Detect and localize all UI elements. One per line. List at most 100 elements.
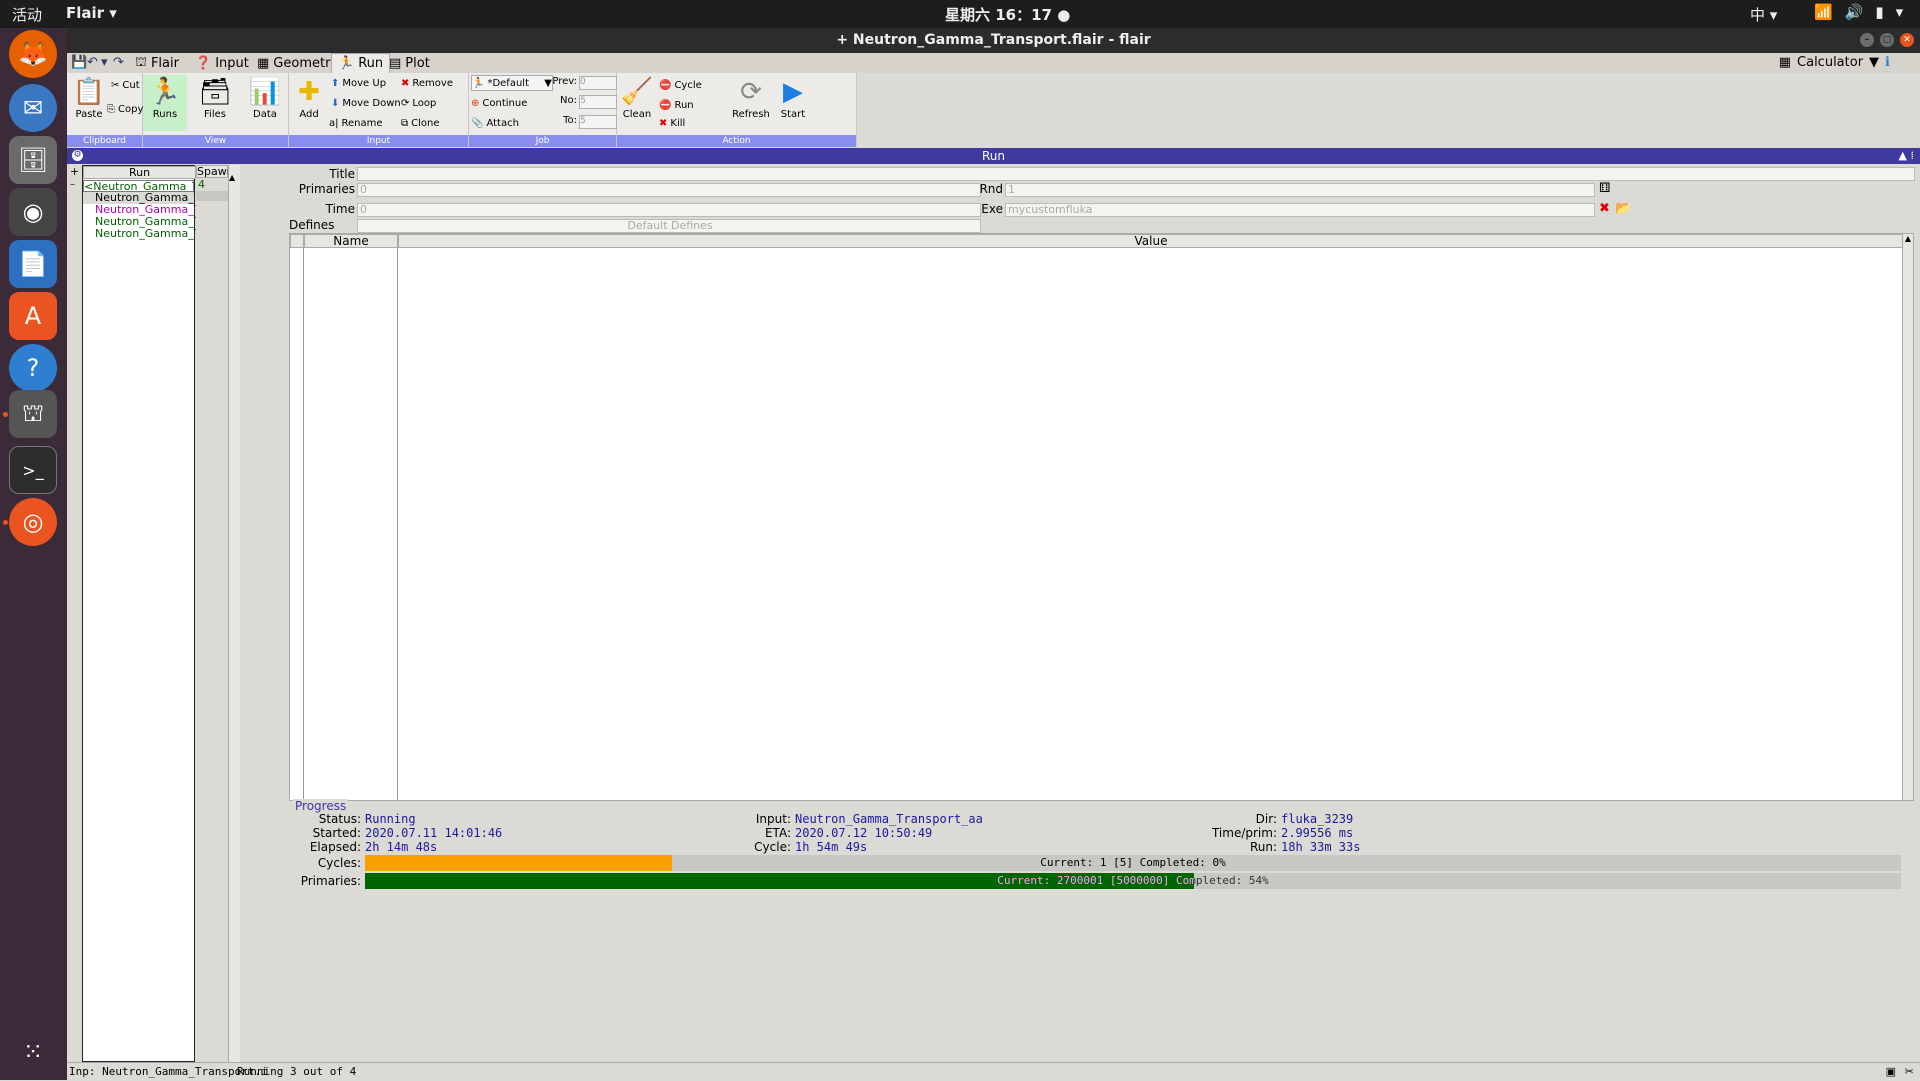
prev-label: Prev: xyxy=(552,76,577,87)
clock[interactable]: 星期六 16：17 ● xyxy=(945,4,1070,25)
primaries-progress-text: Current: 2700001 [5000000] Completed: 54… xyxy=(997,874,1269,887)
panel-menu-icon[interactable]: ⚙ xyxy=(72,150,83,161)
undo-icon[interactable]: ↶ xyxy=(87,55,98,70)
expand-icon[interactable]: + xyxy=(70,165,79,178)
files-button[interactable]: 🗃 Files xyxy=(193,75,237,131)
runs-button[interactable]: 🏃 Runs xyxy=(143,75,187,131)
collapse-icon[interactable]: – xyxy=(70,179,75,190)
run-item-parent[interactable]: <Neutron_Gamma_Trans xyxy=(83,180,194,192)
status-running-count: Running 3 out of 4 xyxy=(237,1065,357,1078)
input-label: Input: xyxy=(755,812,791,826)
clone-button[interactable]: ⧉ Clone xyxy=(401,115,440,131)
queue-select[interactable]: 🏃 *Default ▼ xyxy=(471,75,553,91)
title-input[interactable] xyxy=(357,167,1915,181)
terminal-icon[interactable]: >_ xyxy=(9,446,57,494)
help-icon[interactable]: ? xyxy=(9,344,57,392)
tools-icon[interactable]: ✂ xyxy=(1905,1063,1914,1081)
software-center-icon[interactable]: A xyxy=(9,292,57,340)
tab-input[interactable]: ❓ Input xyxy=(189,53,255,73)
column-header-name[interactable]: Name xyxy=(304,234,398,248)
move-down-button[interactable]: ⬇ Move Down xyxy=(331,95,401,111)
ubuntu-icon[interactable]: ◎ xyxy=(9,498,57,546)
firefox-icon[interactable]: 🦊 xyxy=(9,30,57,78)
column-header-run[interactable]: Run xyxy=(83,166,196,179)
panel-controls-icon[interactable]: ▲ ⁞ xyxy=(1899,148,1914,164)
default-defines-button[interactable]: Default Defines xyxy=(357,219,981,233)
copy-button[interactable]: ⎘ Copy xyxy=(107,101,143,117)
cut-button[interactable]: ✂ Cut xyxy=(111,77,140,93)
random-dice-icon[interactable]: ⚅ xyxy=(1599,181,1610,196)
flair-icon: ⛫ xyxy=(135,54,147,70)
column-header-spawn[interactable]: Spawn xyxy=(196,165,234,178)
tab-run[interactable]: 🏃 Run xyxy=(331,53,391,73)
stop-run-button[interactable]: ⛔ Run xyxy=(659,97,694,113)
panel-title: Run xyxy=(981,149,1005,163)
tab-plot[interactable]: ▤ Plot xyxy=(383,53,436,73)
info-icon[interactable]: ℹ xyxy=(1885,55,1890,70)
prev-spinbox[interactable]: 0 xyxy=(579,76,617,90)
scroll-up-icon[interactable]: ▲ xyxy=(229,173,235,182)
run-list-scrollbar[interactable]: ▲ xyxy=(228,165,240,1062)
run-item[interactable]: Neutron_Gamma_Tran xyxy=(83,192,194,204)
tab-row: 💾 ↶ ▾ ↷ ⛫ Flair ❓ Input ▦ Geometry 🏃 Run ▤ Pl… xyxy=(67,53,1920,73)
defines-scrollbar[interactable]: ▲ xyxy=(1902,234,1913,800)
primaries-input[interactable]: 0 xyxy=(357,183,981,197)
to-spinbox[interactable]: 5 xyxy=(579,115,617,129)
attach-button[interactable]: 📎 Attach xyxy=(471,115,519,131)
elapsed-value: 2h 14m 48s xyxy=(365,840,438,854)
rename-button[interactable]: a| Rename xyxy=(329,115,383,131)
add-button[interactable]: ✚ Add xyxy=(291,75,327,131)
rnd-input[interactable]: 1 xyxy=(1005,183,1595,197)
defines-table[interactable]: Name Value ▲ xyxy=(289,233,1914,801)
calculator-menu[interactable]: ▦ Calculator ▼ ℹ xyxy=(1779,55,1890,70)
exe-input[interactable]: mycustomfluka xyxy=(1005,203,1595,217)
window-titlebar[interactable]: + Neutron_Gamma_Transport.flair - flair … xyxy=(67,28,1920,53)
tab-flair[interactable]: ⛫ Flair xyxy=(129,53,185,73)
files-icon: 🗃 xyxy=(198,77,232,107)
writer-icon[interactable]: 📄 xyxy=(9,240,57,288)
show-apps-icon[interactable]: ⁙ xyxy=(9,1028,57,1076)
move-up-button[interactable]: ⬆ Move Up xyxy=(331,75,386,91)
input-method-menu[interactable]: 中 ▾ xyxy=(1750,4,1777,25)
calculator-icon: ▦ xyxy=(1778,55,1792,70)
run-tree[interactable]: Run <Neutron_Gamma_Trans Neutron_Gamma_T… xyxy=(82,165,217,1062)
remove-button[interactable]: ✖ Remove xyxy=(401,75,453,91)
stop-cycle-button[interactable]: ⛔ Cycle xyxy=(659,77,702,93)
time-input[interactable]: 0 xyxy=(357,203,981,217)
app-menu[interactable]: Flair ▾ xyxy=(66,4,117,22)
runner-icon: 🏃 xyxy=(472,77,485,89)
kill-button[interactable]: ✖ Kill xyxy=(659,115,685,131)
music-player-icon[interactable]: ◉ xyxy=(9,188,57,236)
redo-icon[interactable]: ↷ xyxy=(113,55,124,70)
row-header-corner xyxy=(290,234,304,248)
started-value: 2020.07.11 14:01:46 xyxy=(365,826,503,840)
clear-exe-icon[interactable]: ✖ xyxy=(1599,201,1610,216)
start-button[interactable]: ▶ Start xyxy=(775,75,811,131)
clean-button[interactable]: 🧹 Clean xyxy=(619,75,655,131)
run-time-value: 18h 33m 33s xyxy=(1281,840,1361,854)
chevron-down-icon[interactable]: ▾ xyxy=(101,55,108,70)
paste-button[interactable]: 📋 Paste xyxy=(67,75,111,131)
close-icon[interactable]: ✕ xyxy=(1900,33,1914,47)
continue-button[interactable]: ⊕ Continue xyxy=(471,95,527,111)
data-button[interactable]: 📊 Data xyxy=(243,75,287,131)
started-label: Started: xyxy=(312,826,361,840)
files-icon[interactable]: 🗄 xyxy=(9,136,57,184)
column-header-value[interactable]: Value xyxy=(398,234,1904,248)
flair-app-icon[interactable]: ⛫ xyxy=(9,390,57,438)
minimize-icon[interactable]: – xyxy=(1860,33,1874,47)
activities-button[interactable]: 活动 xyxy=(12,4,42,25)
arrow-down-icon: ⬇ xyxy=(331,97,340,109)
terminal-icon[interactable]: ▣ xyxy=(1886,1063,1896,1081)
folder-icon[interactable]: 📂 xyxy=(1615,201,1631,216)
elapsed-label: Elapsed: xyxy=(309,840,361,854)
refresh-button[interactable]: ⟳ Refresh xyxy=(729,75,773,131)
system-tray[interactable]: 📶 🔊 ▮ ▾ xyxy=(1814,3,1903,21)
maximize-icon[interactable]: □ xyxy=(1880,33,1894,47)
mail-icon[interactable]: ✉ xyxy=(9,84,57,132)
broom-icon: 🧹 xyxy=(620,77,654,107)
save-icon[interactable]: 💾 xyxy=(71,55,87,70)
loop-button[interactable]: ⟳ Loop xyxy=(401,95,436,111)
battery-icon: ▮ xyxy=(1875,3,1884,21)
no-spinbox[interactable]: 5 xyxy=(579,95,617,109)
